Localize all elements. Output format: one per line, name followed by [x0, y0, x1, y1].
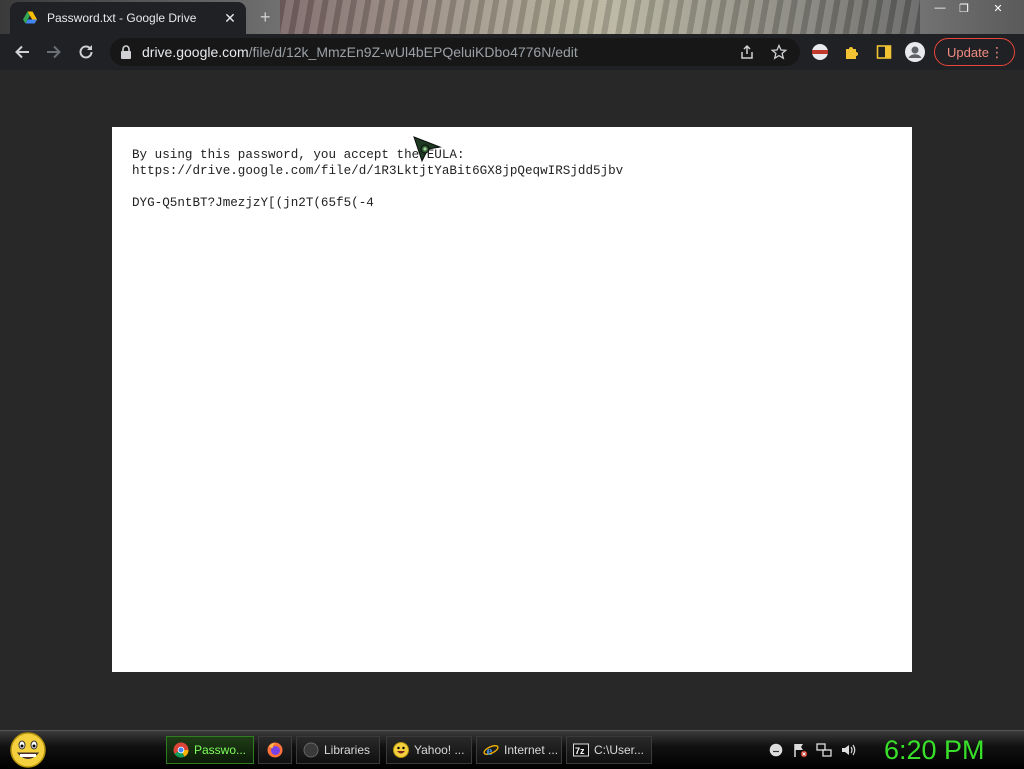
url-domain: drive.google.com: [142, 44, 249, 60]
reload-icon[interactable]: [76, 42, 96, 62]
taskbar-item-internet-explorer[interactable]: e Internet ...: [476, 736, 562, 764]
taskbar-item-label: Internet ...: [504, 743, 559, 757]
maximize-button[interactable]: ❐: [956, 0, 972, 16]
taskbar-item-chrome[interactable]: Passwo...: [166, 736, 254, 764]
taskbar-item-label: Libraries: [324, 743, 371, 757]
url-text[interactable]: drive.google.com/file/d/12k_MmzEn9Z-wUl4…: [142, 44, 578, 60]
tray-action-center-flag-icon[interactable]: [792, 742, 808, 758]
document-line: DYG-Q5ntBT?JmezjzY[(jn2T(65f5(-4: [132, 196, 374, 210]
vpn-extension-icon[interactable]: [810, 42, 830, 62]
update-label: Update: [947, 44, 989, 60]
browser-toolbar: drive.google.com/file/d/12k_MmzEn9Z-wUl4…: [0, 34, 1024, 70]
taskbar-item-7zip-explorer[interactable]: 7z C:\User...: [566, 736, 652, 764]
document-text: By using this password, you accept the E…: [132, 147, 623, 211]
text-document[interactable]: By using this password, you accept the E…: [112, 127, 912, 672]
menu-dots-icon[interactable]: ⋮: [990, 44, 1004, 61]
svg-text:7z: 7z: [575, 746, 585, 756]
google-drive-icon: [23, 11, 37, 24]
taskbar: Passwo... Libraries Yahoo! ... e Interne…: [0, 730, 1024, 769]
taskbar-item-libraries[interactable]: Libraries: [296, 736, 380, 764]
extensions-puzzle-icon[interactable]: [842, 42, 862, 62]
taskbar-item-label: Passwo...: [194, 743, 247, 757]
document-line: https://drive.google.com/file/d/1R3Lktjt…: [132, 164, 624, 178]
taskbar-item-firefox[interactable]: [258, 736, 292, 764]
start-button-smiley-icon[interactable]: [8, 731, 48, 769]
tray-volume-icon[interactable]: [840, 742, 856, 758]
mouse-cursor-icon: [413, 136, 442, 163]
7zip-icon: 7z: [573, 743, 589, 757]
lock-icon: [121, 45, 131, 59]
new-tab-button[interactable]: +: [260, 8, 271, 26]
window-titlebar: Password.txt - Google Drive ✕ + — ❐ ✕: [0, 0, 1024, 34]
close-window-button[interactable]: ✕: [990, 0, 1006, 16]
update-button[interactable]: Update ⋮: [934, 38, 1015, 66]
address-bar[interactable]: drive.google.com/file/d/12k_MmzEn9Z-wUl4…: [110, 38, 800, 66]
firefox-icon: [267, 742, 283, 758]
minimize-button[interactable]: —: [932, 0, 948, 16]
tray-network-icon[interactable]: [816, 742, 832, 758]
back-icon[interactable]: [12, 42, 32, 62]
svg-text:e: e: [487, 743, 493, 758]
url-path: /file/d/12k_MmzEn9Z-wUl4bEPQeluiKDbo4776…: [248, 44, 578, 60]
taskbar-item-yahoo-messenger[interactable]: Yahoo! ...: [386, 736, 472, 764]
drive-preview-area: By using this password, you accept the E…: [0, 70, 1024, 730]
taskbar-item-label: Yahoo! ...: [414, 743, 465, 757]
titlebar-decoration: [280, 0, 920, 34]
yahoo-messenger-icon: [393, 742, 409, 758]
bookmark-star-icon[interactable]: [770, 43, 788, 61]
forward-icon[interactable]: [44, 42, 64, 62]
libraries-icon: [303, 742, 319, 758]
tray-emoticon-icon[interactable]: [768, 742, 784, 758]
tab-close-icon[interactable]: ✕: [222, 10, 238, 26]
internet-explorer-icon: e: [483, 743, 499, 758]
side-panel-icon[interactable]: [874, 42, 894, 62]
taskbar-item-label: C:\User...: [594, 743, 645, 757]
share-icon[interactable]: [738, 43, 756, 61]
taskbar-clock[interactable]: 6:20 PM: [884, 733, 985, 767]
tab-title: Password.txt - Google Drive: [47, 11, 197, 25]
profile-avatar-icon[interactable]: [905, 42, 925, 62]
chrome-icon: [173, 742, 189, 758]
tab-password-txt[interactable]: Password.txt - Google Drive ✕: [10, 2, 246, 34]
